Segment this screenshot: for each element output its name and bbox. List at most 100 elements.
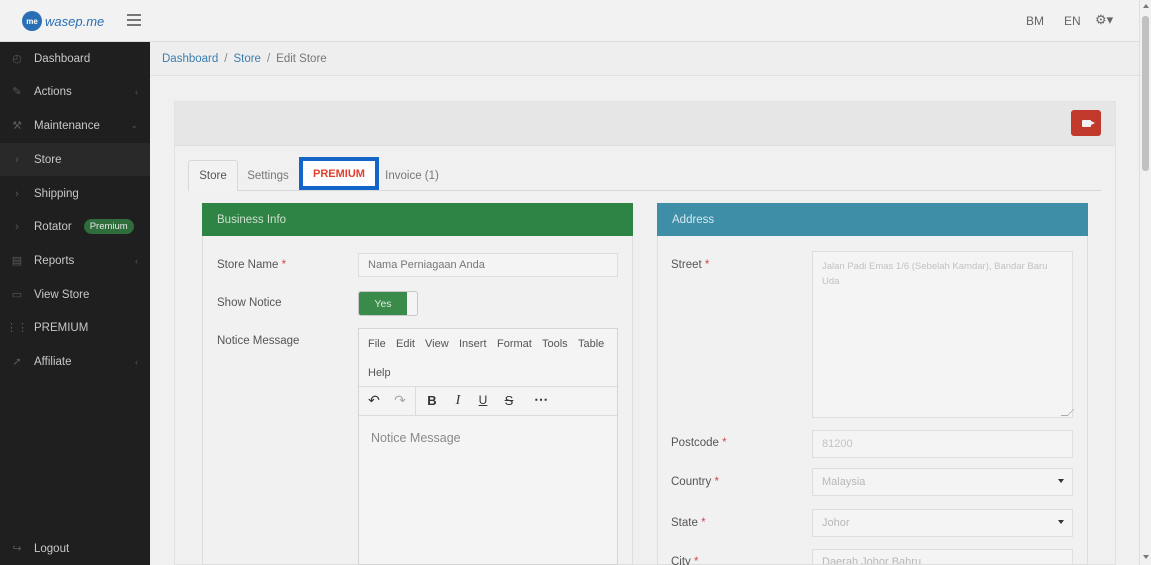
sidebar-item-label: Rotator	[34, 220, 72, 233]
tab-store[interactable]: Store	[188, 160, 238, 191]
menu-toggle-icon[interactable]	[127, 14, 141, 26]
sidebar-item-affiliate[interactable]: ➚ Affiliate ‹	[0, 345, 150, 378]
store-name-label: Store Name *	[217, 259, 287, 271]
store-name-input[interactable]: Nama Perniagaan Anda	[358, 253, 618, 277]
country-select-value: Malaysia	[822, 476, 866, 488]
sidebar-item-label: Maintenance	[34, 119, 100, 132]
top-bar: me wasep.me BM EN ⚙▾	[0, 0, 1139, 42]
city-label: City *	[671, 556, 699, 565]
scroll-thumb[interactable]	[1142, 16, 1149, 171]
strikethrough-icon[interactable]: S	[500, 393, 518, 408]
breadcrumb-current: Edit Store	[276, 52, 327, 65]
video-record-button[interactable]	[1071, 110, 1101, 136]
italic-icon[interactable]: I	[449, 393, 467, 409]
rocket-icon: ➚	[12, 356, 22, 368]
chevron-right-icon: ›	[15, 220, 19, 233]
sidebar-item-rotator[interactable]: › Rotator Premium	[0, 210, 150, 243]
menu-tools[interactable]: Tools	[542, 338, 568, 350]
sidebar-item-view-store[interactable]: ▭ View Store	[0, 278, 150, 311]
scroll-up-icon[interactable]	[1143, 4, 1149, 8]
state-select-value: Johor	[822, 517, 850, 529]
menu-help[interactable]: Help	[368, 367, 391, 379]
sidebar-item-premium[interactable]: ⋮⋮ PREMIUM	[0, 311, 150, 344]
chevron-left-icon: ‹	[135, 356, 138, 367]
wrench-icon: ⚒	[12, 120, 22, 132]
redo-icon[interactable]: ↷	[391, 392, 409, 409]
breadcrumb-store-link[interactable]: Store	[233, 53, 261, 65]
logout-icon: ↪	[12, 543, 22, 555]
chevron-left-icon: ‹	[135, 86, 138, 97]
caret-down-icon	[1058, 520, 1064, 524]
undo-icon[interactable]: ↶	[365, 392, 383, 409]
menu-insert[interactable]: Insert	[459, 338, 487, 350]
show-notice-label: Show Notice	[217, 297, 282, 309]
sidebar-item-reports[interactable]: ▤ Reports ‹	[0, 244, 150, 277]
language-bm-link[interactable]: BM	[1026, 14, 1044, 28]
breadcrumb-separator: /	[266, 52, 271, 65]
menu-file[interactable]: File	[368, 338, 386, 350]
sidebar-item-shipping[interactable]: › Shipping	[0, 177, 150, 210]
state-select[interactable]: Johor	[812, 509, 1073, 537]
tab-settings[interactable]: Settings	[240, 160, 296, 191]
dashboard-icon: ◴	[12, 53, 22, 65]
editor-toolbar: ↶ ↷ B I U S ⋯	[359, 387, 617, 416]
chevron-right-icon: ›	[15, 153, 19, 166]
sidebar-item-label: Actions	[34, 85, 72, 98]
underline-icon[interactable]: U	[474, 393, 492, 407]
sidebar-item-dashboard[interactable]: ◴ Dashboard	[0, 42, 150, 75]
postcode-input[interactable]: 81200	[812, 430, 1073, 458]
store-tabs: Store Settings PREMIUM Invoice (1)	[188, 157, 1101, 191]
city-select[interactable]: Daerah Johor Bahru	[812, 549, 1073, 565]
pencil-icon: ✎	[12, 86, 22, 98]
breadcrumb-dashboard-link[interactable]: Dashboard	[162, 53, 218, 65]
bold-icon[interactable]: B	[423, 393, 441, 408]
sidebar-item-label: PREMIUM	[34, 321, 89, 334]
scroll-down-icon[interactable]	[1143, 555, 1149, 559]
more-icon[interactable]: ⋯	[532, 391, 550, 408]
breadcrumb: Dashboard / Store / Edit Store	[150, 42, 1139, 76]
sidebar-item-label: Shipping	[34, 187, 79, 200]
premium-badge: Premium	[83, 219, 134, 234]
tab-invoice[interactable]: Invoice (1)	[381, 160, 443, 191]
country-label: Country *	[671, 476, 719, 488]
page-scrollbar[interactable]	[1139, 0, 1151, 565]
address-header: Address	[657, 203, 1088, 236]
logo-text: wasep.me	[45, 13, 105, 29]
city-select-value: Daerah Johor Bahru	[822, 556, 922, 565]
sidebar: ◴ Dashboard ✎ Actions ‹ ⚒ Maintenance ⌄ …	[0, 42, 150, 565]
menu-edit[interactable]: Edit	[396, 338, 415, 350]
sidebar-item-label: View Store	[34, 288, 90, 301]
sidebar-item-store[interactable]: › Store	[0, 143, 150, 176]
state-label: State *	[671, 517, 706, 529]
gear-icon[interactable]: ⚙▾	[1095, 12, 1113, 28]
logo[interactable]: me wasep.me	[22, 10, 104, 32]
sidebar-item-maintenance[interactable]: ⚒ Maintenance ⌄	[0, 109, 150, 142]
postcode-label: Postcode *	[671, 437, 727, 449]
street-label: Street *	[671, 259, 710, 271]
menu-table[interactable]: Table	[578, 338, 604, 350]
notice-message-editor: File Edit View Insert Format Tools Table…	[358, 328, 618, 565]
show-notice-toggle[interactable]: Yes	[358, 291, 418, 316]
street-textarea[interactable]: Jalan Padi Emas 1/6 (Sebelah Kamdar), Ba…	[812, 251, 1073, 418]
sidebar-item-actions[interactable]: ✎ Actions ‹	[0, 75, 150, 108]
business-info-header: Business Info	[202, 203, 633, 236]
logo-mark: me	[22, 11, 42, 31]
menu-view[interactable]: View	[425, 338, 449, 350]
card-header	[175, 102, 1115, 146]
chevron-right-icon: ›	[15, 187, 19, 200]
sliders-icon: ⋮⋮	[6, 322, 28, 334]
chevron-down-icon: ⌄	[130, 120, 138, 130]
video-camera-icon	[1081, 119, 1095, 127]
notice-message-editor-placeholder[interactable]: Notice Message	[371, 431, 461, 445]
tab-premium[interactable]: PREMIUM	[299, 157, 379, 190]
caret-down-icon	[1058, 479, 1064, 483]
country-select[interactable]: Malaysia	[812, 468, 1073, 496]
sidebar-item-logout[interactable]: ↪ Logout	[0, 532, 150, 565]
reports-icon: ▤	[11, 255, 23, 267]
sidebar-item-label: Affiliate	[34, 355, 72, 368]
chevron-left-icon: ‹	[135, 255, 138, 266]
notice-message-label: Notice Message	[217, 335, 300, 347]
language-en-link[interactable]: EN	[1064, 14, 1081, 28]
sidebar-item-label: Store	[34, 153, 62, 166]
menu-format[interactable]: Format	[497, 338, 532, 350]
